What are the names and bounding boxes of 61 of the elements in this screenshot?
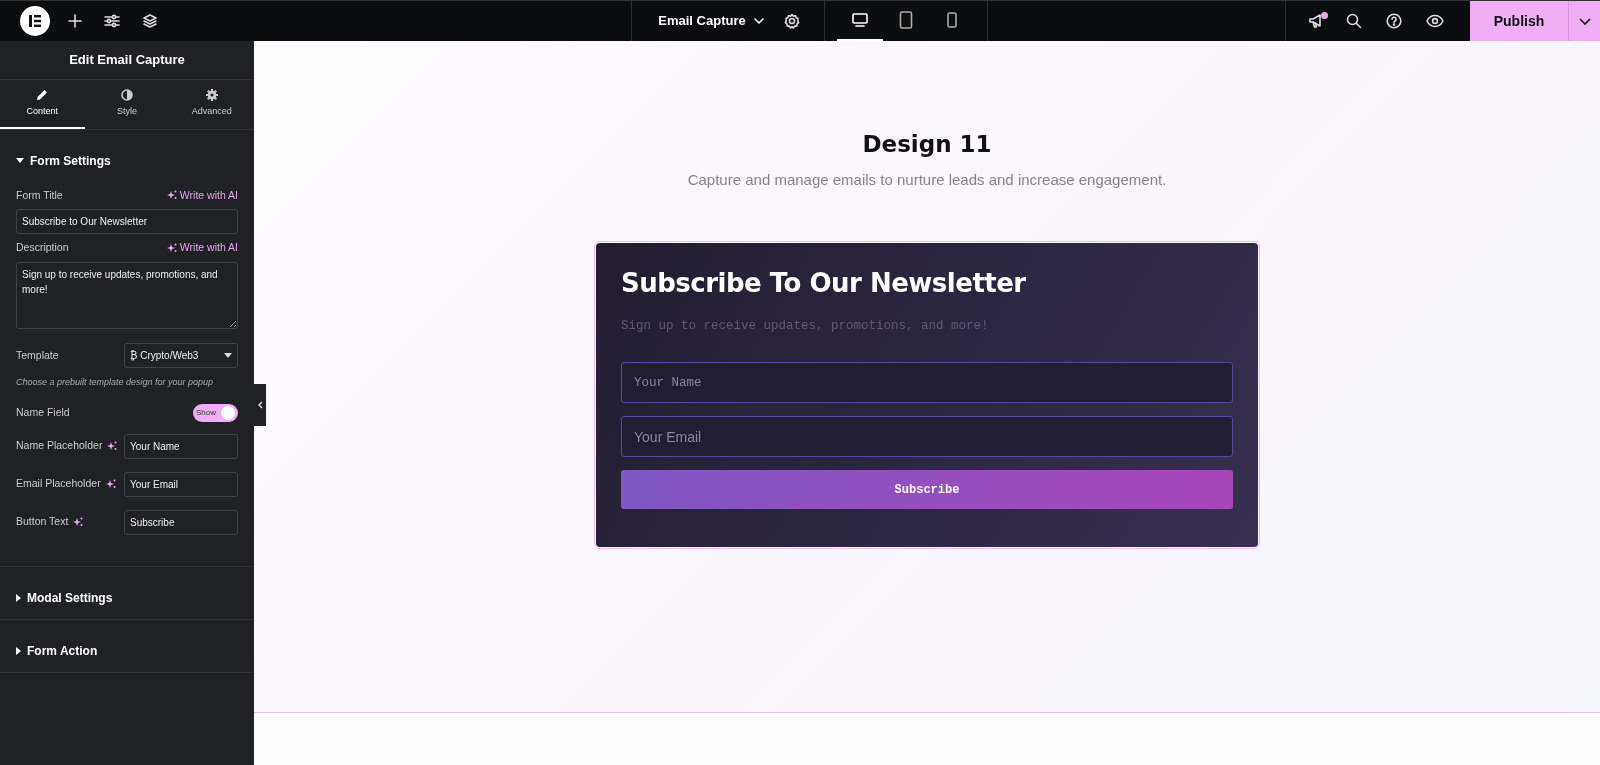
eye-icon — [1426, 14, 1444, 28]
field-label: Name Field — [16, 404, 70, 420]
section-header[interactable]: Form Settings — [0, 129, 127, 182]
sparkle-icon[interactable] — [73, 517, 84, 527]
caret-down-icon — [16, 158, 24, 163]
publish-options-button[interactable] — [1568, 1, 1600, 41]
sparkle-icon — [166, 243, 177, 254]
panel-tab[interactable]: Style — [84, 80, 170, 129]
field-label: Description — [16, 240, 69, 256]
section-heading: Design 11 — [862, 131, 992, 159]
help-text: Choose a prebuilt template design for your popup — [16, 376, 215, 389]
write-with-ai-link[interactable]: Write with AI — [166, 240, 238, 256]
email-input-field[interactable]: Your Email — [621, 416, 1233, 458]
field-label: Template — [16, 347, 59, 363]
contrast-icon — [121, 89, 133, 101]
layers-icon — [142, 13, 158, 29]
template-dropdown[interactable]: ₿ Crypto/Web3 — [124, 343, 238, 368]
field-label: Email Placeholder — [16, 476, 101, 492]
toggle-switch[interactable]: Show — [193, 403, 238, 422]
mobile-icon — [945, 11, 958, 29]
logo-button[interactable] — [20, 6, 50, 36]
sparkle-icon[interactable] — [107, 441, 118, 451]
panel-tab[interactable]: Advanced — [169, 80, 254, 129]
gear-icon — [205, 89, 218, 101]
input-field[interactable]: Your Name — [124, 433, 238, 459]
desktop-icon — [850, 12, 869, 28]
input-field[interactable]: Subscribe to Our Newsletter — [16, 209, 238, 235]
caret-down-icon — [224, 353, 232, 358]
subscribe-button[interactable]: Subscribe — [621, 470, 1233, 510]
input-field[interactable]: Subscribe — [124, 509, 238, 535]
text-area[interactable]: Sign up to receive updates, promotions, and more! — [16, 262, 238, 329]
sparkle-icon[interactable] — [105, 479, 116, 489]
section-header[interactable]: Form Action — [0, 619, 114, 672]
section-subheading: Capture and manage emails to nurture leads and increase engagement. — [687, 169, 1167, 190]
document-title-dropdown[interactable]: Email Capture — [652, 11, 770, 31]
logo-icon — [27, 13, 43, 29]
chevron-down-icon — [1578, 17, 1591, 25]
chevron-down-icon — [753, 18, 764, 24]
tablet-icon — [898, 11, 913, 29]
field-label: Button Text — [16, 514, 69, 530]
field-label: Name Placeholder — [16, 438, 103, 454]
help-icon — [1386, 13, 1402, 29]
caret-right-icon — [16, 593, 21, 602]
sparkle-icon — [166, 190, 177, 201]
input-field[interactable]: Your Email — [124, 471, 238, 497]
pencil-icon — [36, 89, 49, 101]
panel-tab[interactable]: Content — [0, 80, 85, 129]
settings-icon — [783, 13, 800, 29]
sliders-icon — [104, 14, 120, 28]
chevron-left-icon — [257, 401, 263, 409]
publish-button[interactable]: Publish — [1470, 1, 1568, 41]
write-with-ai-link[interactable]: Write with AI — [166, 187, 238, 204]
search-icon — [1346, 13, 1362, 29]
plus-icon — [68, 14, 82, 28]
section-header[interactable]: Modal Settings — [0, 566, 129, 619]
field-label: Form Title — [16, 187, 63, 203]
card-title: Subscribe To Our Newsletter — [621, 268, 1027, 300]
collapse-panel-handle[interactable] — [254, 384, 266, 426]
name-input-field[interactable]: Your Name — [621, 362, 1233, 404]
caret-right-icon — [16, 646, 21, 655]
panel-title: Edit Email Capture — [69, 51, 185, 70]
